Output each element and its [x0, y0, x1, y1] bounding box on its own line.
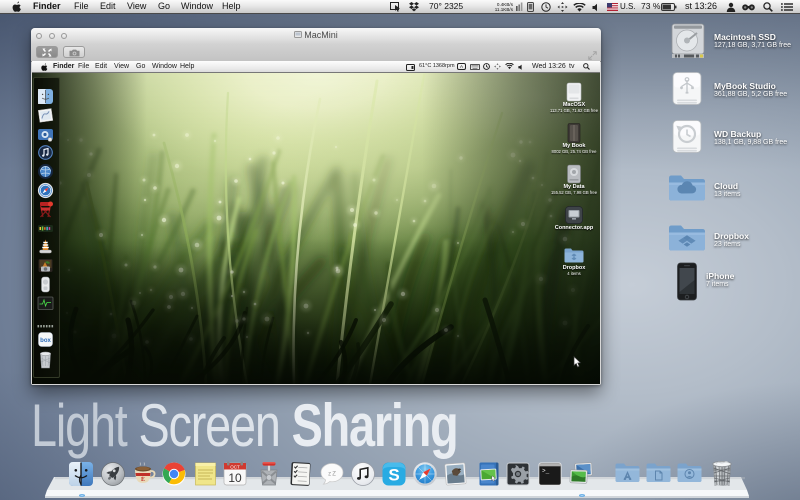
svg-text:OCT: OCT [230, 465, 240, 470]
svg-text:S: S [388, 466, 399, 485]
svg-text:z Z: z Z [328, 472, 336, 478]
svg-text:10: 10 [228, 471, 242, 485]
svg-text:>_: >_ [542, 468, 550, 475]
svg-text:É: É [141, 475, 145, 483]
